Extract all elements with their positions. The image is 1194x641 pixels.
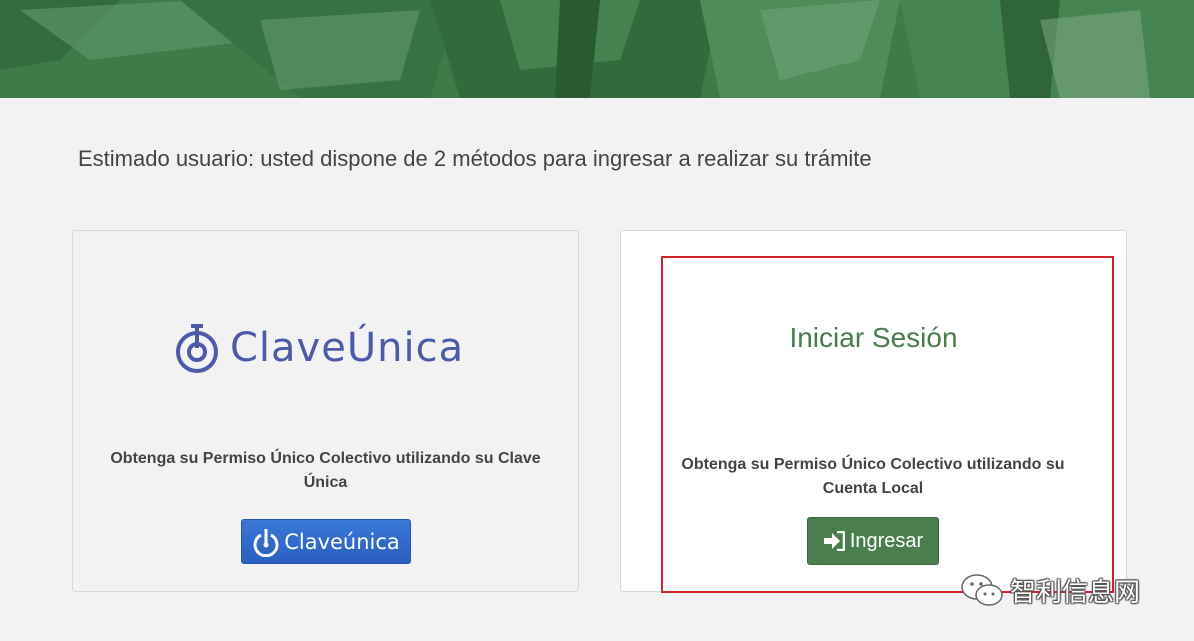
highlight-box (661, 256, 1114, 593)
clave-unica-logo: ClaveÚnica (174, 322, 484, 374)
intro-text: Estimado usuario: usted dispone de 2 mét… (78, 146, 872, 171)
clave-unica-power-icon (253, 528, 279, 557)
clave-unica-logo-text: ClaveÚnica (230, 325, 465, 371)
clave-unica-logo-icon (176, 324, 218, 373)
clave-unica-button-label: Claveúnica (284, 529, 400, 554)
watermark: 智利信息网 (960, 570, 1140, 610)
watermark-text: 智利信息网 (1010, 577, 1141, 608)
wechat-icon (961, 574, 1003, 606)
hero-photo (0, 0, 1194, 98)
clave-unica-description: Obtenga su Permiso Único Colectivo utili… (110, 450, 541, 491)
hero-banner (0, 0, 1194, 98)
clave-unica-button[interactable]: Claveúnica (241, 519, 411, 564)
